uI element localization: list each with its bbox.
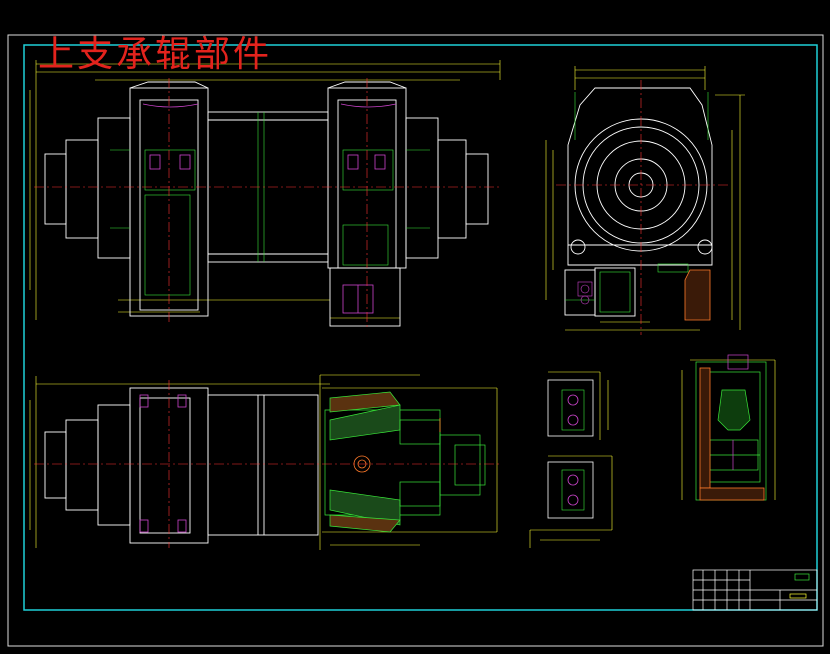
cad-drawing [0,0,830,654]
drawing-title: 上支承辊部件 [38,34,273,75]
